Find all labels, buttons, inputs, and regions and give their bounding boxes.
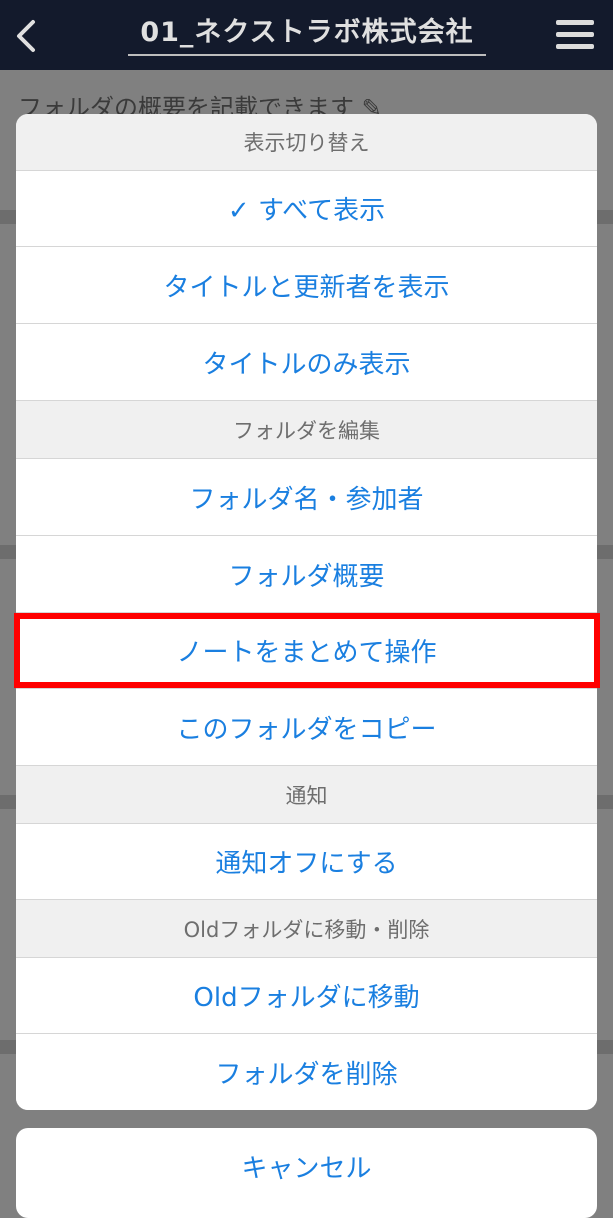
- action-sheet: 表示切り替え ✓ すべて表示 タイトルと更新者を表示 タイトルのみ表示 フォルダ…: [16, 114, 597, 1110]
- section-header-old: Oldフォルダに移動・削除: [16, 900, 597, 958]
- section-header-edit: フォルダを編集: [16, 401, 597, 459]
- section-header-display: 表示切り替え: [16, 114, 597, 171]
- back-button[interactable]: [8, 14, 44, 58]
- menu-item-show-all[interactable]: ✓ すべて表示: [16, 171, 597, 247]
- title-underline: [128, 54, 486, 56]
- menu-item-notify-off[interactable]: 通知オフにする: [16, 824, 597, 900]
- menu-item-show-title-updater[interactable]: タイトルと更新者を表示: [16, 247, 597, 324]
- page-title[interactable]: 01_ネクストラボ株式会社: [128, 12, 486, 54]
- cancel-button[interactable]: キャンセル: [16, 1128, 597, 1218]
- menu-item-folder-name-members[interactable]: フォルダ名・参加者: [16, 459, 597, 536]
- navigation-bar: 01_ネクストラボ株式会社: [0, 0, 613, 70]
- section-header-notify: 通知: [16, 766, 597, 824]
- menu-item-move-old[interactable]: Oldフォルダに移動: [16, 958, 597, 1034]
- menu-item-folder-overview[interactable]: フォルダ概要: [16, 536, 597, 613]
- hamburger-menu-icon[interactable]: [556, 20, 594, 52]
- menu-item-delete-folder[interactable]: フォルダを削除: [16, 1034, 597, 1110]
- menu-item-copy-folder[interactable]: このフォルダをコピー: [16, 689, 597, 766]
- menu-item-bulk-note-operations[interactable]: ノートをまとめて操作: [16, 613, 597, 689]
- menu-item-show-title-only[interactable]: タイトルのみ表示: [16, 324, 597, 401]
- chevron-left-icon: [17, 20, 35, 52]
